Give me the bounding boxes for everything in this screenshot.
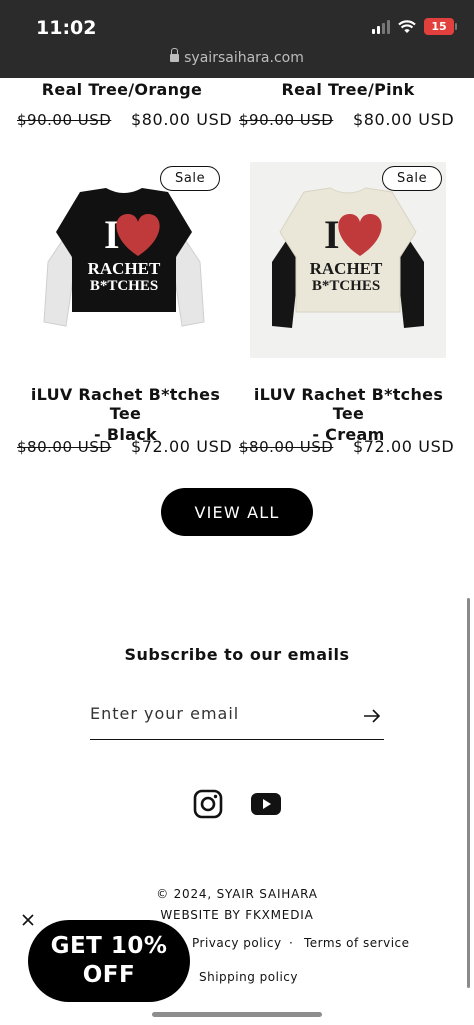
print-line: RACHET (310, 259, 383, 278)
link-separator: · (289, 936, 293, 950)
privacy-policy-link[interactable]: Privacy policy (192, 936, 282, 950)
instagram-icon[interactable] (193, 789, 223, 819)
product-title[interactable]: Real Tree/Pink (248, 80, 448, 99)
discount-popup-button[interactable]: GET 10% OFF (28, 920, 190, 1002)
wifi-icon (398, 19, 416, 33)
home-indicator[interactable] (152, 1012, 322, 1017)
status-bar: 11:02 15 syairsaihara.com (0, 0, 474, 78)
regular-price: $90.00 USD (239, 111, 334, 129)
sale-badge: Sale (160, 166, 221, 191)
popup-line: OFF (82, 962, 136, 988)
product-image[interactable]: I RACHET B*TCHES (250, 162, 446, 358)
product-image[interactable]: I RACHET B*TCHES (26, 162, 222, 358)
popup-line: GET 10% (50, 933, 168, 960)
shipping-policy-link[interactable]: Shipping policy (199, 970, 298, 984)
newsletter-title: Subscribe to our emails (124, 645, 350, 664)
battery-level: 15 (431, 20, 447, 33)
tshirt-image: I RACHET B*TCHES (43, 188, 205, 327)
arrow-right-icon[interactable] (362, 706, 382, 726)
sale-badge: Sale (382, 166, 443, 191)
print-line: B*TCHES (90, 278, 158, 294)
product-title[interactable]: iLUV Rachet B*tches Tee - Black (13, 385, 238, 444)
email-field[interactable] (90, 700, 384, 740)
product-title-line: iLUV Rachet B*tches Tee (253, 385, 444, 423)
product-title-line: iLUV Rachet B*tches Tee (30, 385, 221, 423)
lock-icon (170, 48, 180, 62)
regular-price: $80.00 USD (239, 438, 334, 456)
sale-price: $72.00 USD (131, 437, 233, 456)
url-bar[interactable]: syairsaihara.com (0, 48, 474, 66)
sale-price: $80.00 USD (353, 110, 455, 129)
print-line: RACHET (88, 259, 161, 278)
view-all-button[interactable]: VIEW ALL (161, 488, 313, 536)
regular-price: $90.00 USD (17, 111, 112, 129)
regular-price: $80.00 USD (17, 438, 112, 456)
sale-price: $80.00 USD (131, 110, 233, 129)
status-icons: 15 (372, 18, 457, 35)
scrollbar[interactable] (467, 598, 470, 988)
close-icon[interactable] (20, 912, 36, 928)
terms-of-service-link[interactable]: Terms of service (304, 936, 410, 950)
print-letter: I (104, 212, 120, 257)
product-title[interactable]: iLUV Rachet B*tches Tee - Cream (236, 385, 461, 444)
print-line: B*TCHES (312, 278, 380, 294)
cellular-signal-icon (372, 19, 390, 34)
status-time: 11:02 (36, 17, 97, 39)
print-letter: I (324, 212, 340, 257)
youtube-icon[interactable] (251, 793, 281, 815)
copyright-text: © 2024, SYAIR SAIHARA (156, 887, 318, 901)
battery-icon: 15 (424, 18, 457, 35)
url-text: syairsaihara.com (184, 50, 304, 66)
email-input[interactable] (90, 704, 340, 723)
sale-price: $72.00 USD (353, 437, 455, 456)
tshirt-image: I RACHET B*TCHES (272, 187, 424, 328)
product-title[interactable]: Real Tree/Orange (22, 80, 222, 99)
